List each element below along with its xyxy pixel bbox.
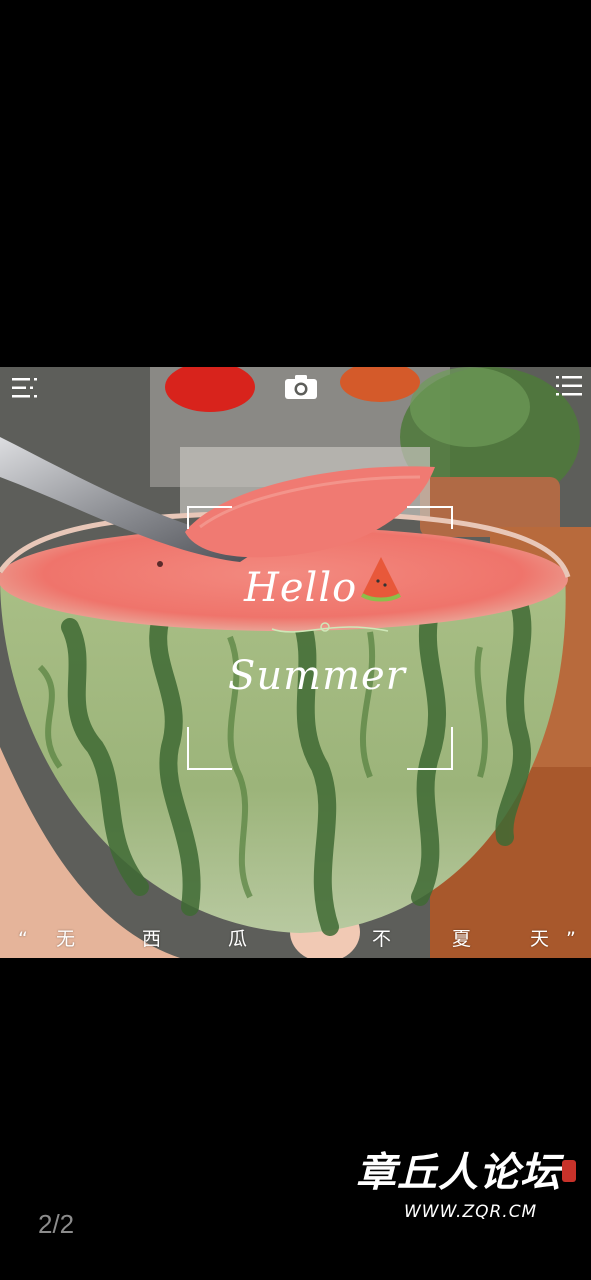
camera-icon[interactable] (282, 371, 320, 403)
forum-watermark: 章丘人论坛 WWW.ZQR.CM (356, 1150, 586, 1250)
watermelon-photo[interactable]: Hello Summer (0, 367, 591, 958)
watermelon-slice-icon (360, 555, 402, 603)
list-icon[interactable] (552, 371, 586, 401)
caption-close-quote: ” (566, 928, 576, 950)
page-indicator: 2/2 (38, 1209, 75, 1239)
image-viewer: Hello Summer “ 无 西 瓜 不 夏 天 ” 2/2 章丘人论坛 W… (0, 0, 591, 1280)
caption-char: 不 (372, 928, 392, 950)
menu-icon[interactable] (8, 373, 42, 403)
caption-char: 西 (142, 928, 162, 950)
caption-row: “ 无 西 瓜 不 夏 天 ” (0, 924, 591, 958)
watermark-title: 章丘人论坛 (356, 1149, 561, 1196)
summer-text: Summer (228, 653, 406, 699)
caption-open-quote: “ (18, 928, 28, 950)
caption-char: 天 (530, 928, 550, 950)
caption-char: 夏 (452, 928, 472, 950)
watermark-url: WWW.ZQR.CM (404, 1202, 538, 1222)
caption-char: 瓜 (228, 928, 248, 950)
hello-text: Hello (244, 565, 358, 611)
caption-char: 无 (56, 928, 76, 950)
vine-decoration (271, 622, 389, 633)
seal-icon (562, 1160, 576, 1182)
